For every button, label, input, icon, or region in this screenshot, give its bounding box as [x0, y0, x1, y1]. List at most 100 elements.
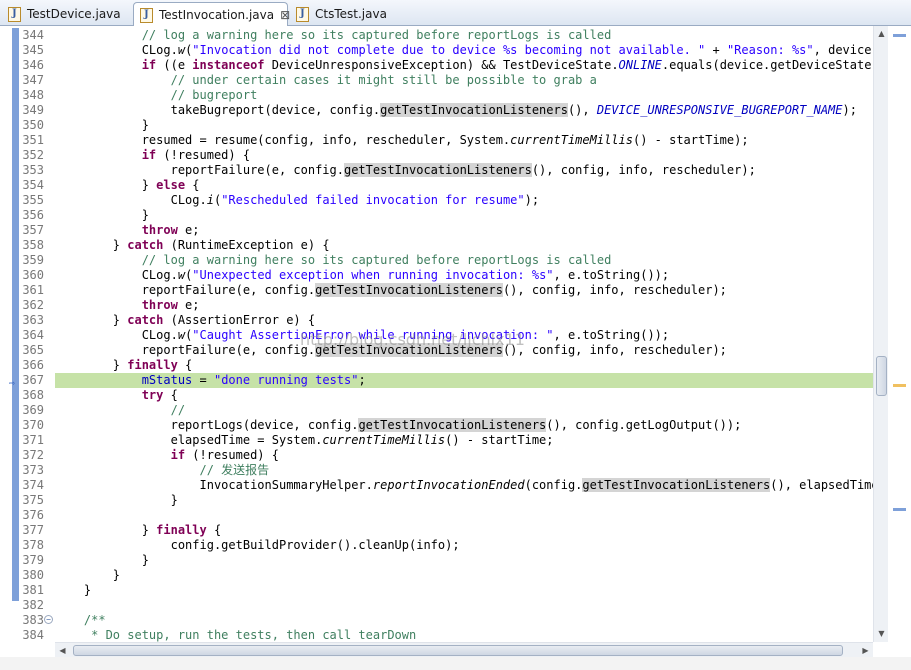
code-line[interactable]: 382: [0, 598, 873, 613]
code-text: } else {: [55, 178, 200, 193]
code-line[interactable]: 353 reportFailure(e, config.getTestInvoc…: [0, 163, 873, 178]
line-number: 379: [22, 553, 44, 567]
overview-marker[interactable]: [893, 34, 906, 37]
code-text: elapsedTime = System.currentTimeMillis()…: [55, 433, 554, 448]
code-token: // under certain cases it might still be…: [170, 73, 597, 87]
code-line[interactable]: 379 }: [0, 553, 873, 568]
code-line[interactable]: 369 //: [0, 403, 873, 418]
code-line[interactable]: 366 } finally {: [0, 358, 873, 373]
watermark: http://blog.csdn.net/ljchlx11: [300, 330, 525, 349]
code-token: instanceof: [192, 58, 265, 72]
line-number: 347: [22, 73, 44, 87]
code-token: reportInvocationEnded: [372, 478, 525, 492]
code-line[interactable]: ⇨ 367 mStatus = "done running tests";: [0, 373, 873, 389]
code-line[interactable]: 347 // under certain cases it might stil…: [0, 73, 873, 88]
code-line[interactable]: 361 reportFailure(e, config.getTestInvoc…: [0, 283, 873, 298]
code-text: mStatus = "done running tests";: [55, 373, 366, 388]
code-line[interactable]: 354 } else {: [0, 178, 873, 193]
line-number: 354: [22, 178, 44, 192]
code-line[interactable]: 384 * Do setup, run the tests, then call…: [0, 628, 873, 642]
code-token: CLog.: [55, 328, 178, 342]
scroll-right-icon[interactable]: ▶: [858, 643, 873, 658]
java-file-icon: J: [140, 7, 153, 23]
code-token: InvocationSummaryHelper.: [55, 478, 373, 492]
vertical-scrollbar[interactable]: ▲ ▼: [873, 26, 888, 642]
code-line[interactable]: 378 config.getBuildProvider().cleanUp(in…: [0, 538, 873, 553]
code-line[interactable]: 363 } catch (AssertionError e) {: [0, 313, 873, 328]
line-number: 352: [22, 148, 44, 162]
vertical-scroll-thumb[interactable]: [876, 356, 887, 396]
close-tab-icon[interactable]: ⊠: [280, 8, 290, 22]
overview-ruler[interactable]: [888, 26, 911, 642]
code-line[interactable]: 345 CLog.w("Invocation did not complete …: [0, 43, 873, 58]
line-number: 378: [22, 538, 44, 552]
code-token: try: [141, 388, 164, 402]
code-line[interactable]: 362 throw e;: [0, 298, 873, 313]
code-line[interactable]: 355 CLog.i("Rescheduled failed invocatio…: [0, 193, 873, 208]
fold-collapse-icon[interactable]: −: [44, 615, 53, 624]
tab-label: TestDevice.java: [27, 7, 121, 21]
code-token: );: [842, 103, 857, 117]
code-line[interactable]: 359 // log a warning here so its capture…: [0, 253, 873, 268]
code-line[interactable]: 371 elapsedTime = System.currentTimeMill…: [0, 433, 873, 448]
overview-marker[interactable]: [893, 384, 906, 387]
code-token: finally: [127, 358, 178, 372]
line-number: 382: [22, 598, 44, 612]
code-text: }: [55, 208, 149, 223]
code-line[interactable]: 368 try {: [0, 388, 873, 403]
code-token: {: [163, 388, 178, 402]
code-line[interactable]: 372 if (!resumed) {: [0, 448, 873, 463]
code-line[interactable]: 383− /**: [0, 613, 873, 628]
code-line[interactable]: 381 }: [0, 583, 873, 598]
code-line[interactable]: 375 }: [0, 493, 873, 508]
line-number: 358: [22, 238, 44, 252]
code-text: InvocationSummaryHelper.reportInvocation…: [55, 478, 873, 493]
code-line[interactable]: 349 takeBugreport(device, config.getTest…: [0, 103, 873, 118]
code-token: elapsedTime = System.: [55, 433, 323, 447]
code-text: } catch (AssertionError e) {: [55, 313, 315, 328]
code-line[interactable]: 380 }: [0, 568, 873, 583]
code-text: } catch (RuntimeException e) {: [55, 238, 330, 253]
scroll-down-icon[interactable]: ▼: [874, 626, 889, 641]
tab-testdevice[interactable]: J TestDevice.java: [2, 2, 132, 26]
tab-ctstest[interactable]: J CtsTest.java: [290, 2, 400, 26]
code-line[interactable]: 350 }: [0, 118, 873, 133]
scroll-left-icon[interactable]: ◀: [55, 643, 70, 658]
code-line[interactable]: 374 InvocationSummaryHelper.reportInvoca…: [0, 478, 873, 493]
tab-label: CtsTest.java: [315, 7, 387, 21]
code-line[interactable]: 356 }: [0, 208, 873, 223]
code-line[interactable]: 377 } finally {: [0, 523, 873, 538]
code-line[interactable]: 370 reportLogs(device, config.getTestInv…: [0, 418, 873, 433]
code-line[interactable]: 358 } catch (RuntimeException e) {: [0, 238, 873, 253]
code-line[interactable]: 360 CLog.w("Unexpected exception when ru…: [0, 268, 873, 283]
code-token: //: [170, 403, 186, 417]
line-number: 360: [22, 268, 44, 282]
code-text: }: [55, 553, 149, 568]
code-token: }: [55, 178, 157, 192]
code-text: resumed = resume(config, info, reschedul…: [55, 133, 749, 148]
tab-testinvocation[interactable]: J TestInvocation.java ⊠: [133, 2, 290, 27]
code-token: ONLINE: [618, 58, 662, 72]
code-token: +: [705, 43, 727, 57]
code-line[interactable]: 344 // log a warning here so its capture…: [0, 28, 873, 43]
horizontal-scrollbar[interactable]: ◀ ▶: [55, 642, 873, 657]
code-line[interactable]: 351 resumed = resume(config, info, resch…: [0, 133, 873, 148]
line-number: 383: [22, 613, 44, 627]
code-token: /**: [83, 613, 106, 627]
code-token: ;: [358, 373, 366, 387]
code-line[interactable]: 346 if ((e instanceof DeviceUnresponsive…: [0, 58, 873, 73]
code-text: } finally {: [55, 523, 222, 538]
overview-marker[interactable]: [893, 508, 906, 511]
code-line[interactable]: 357 throw e;: [0, 223, 873, 238]
code-token: , e.toString());: [553, 328, 670, 342]
code-line[interactable]: 376: [0, 508, 873, 523]
code-line[interactable]: 352 if (!resumed) {: [0, 148, 873, 163]
code-line[interactable]: 373 // 发送报告: [0, 463, 873, 478]
horizontal-scroll-thumb[interactable]: [73, 645, 843, 656]
code-line[interactable]: 348 // bugreport: [0, 88, 873, 103]
scroll-up-icon[interactable]: ▲: [874, 26, 889, 41]
code-token: }: [55, 238, 128, 252]
